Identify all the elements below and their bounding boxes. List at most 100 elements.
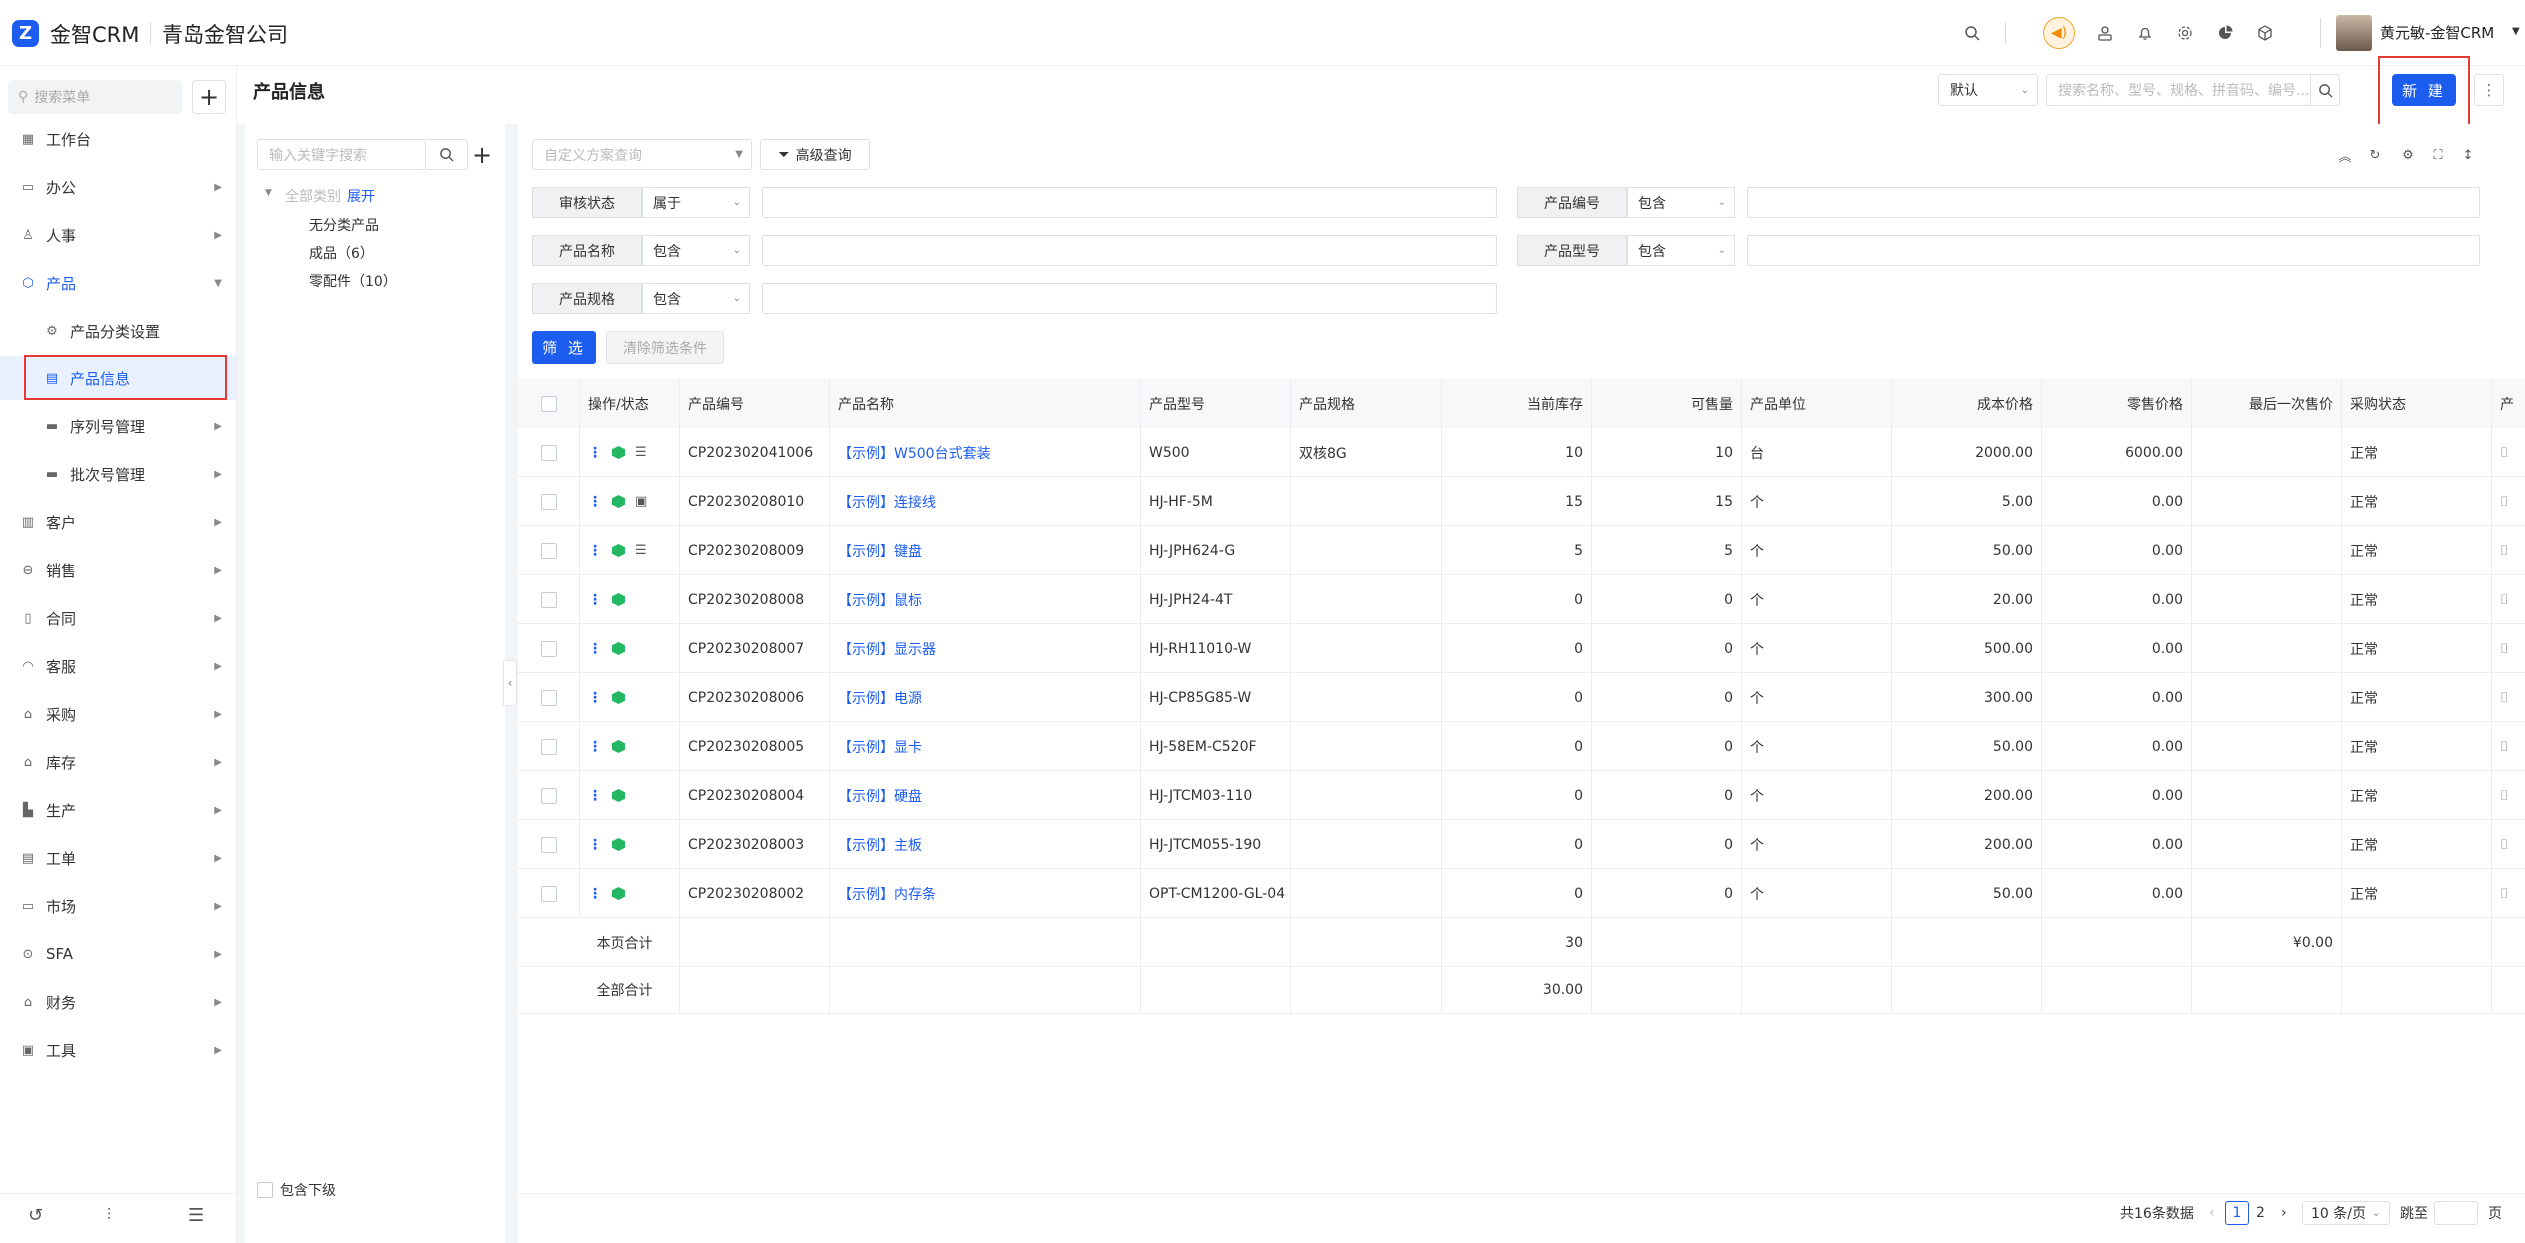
filter-value-code[interactable]: [1747, 187, 2480, 218]
tree-node[interactable]: 零配件（10）: [309, 271, 397, 291]
row-menu-icon[interactable]: ⋮: [588, 739, 602, 755]
row-menu-icon[interactable]: ⋮: [588, 886, 602, 902]
sidebar-item-product-category[interactable]: ⚙ 产品分类设置: [0, 309, 236, 353]
cell-name[interactable]: 【示例】主板: [830, 820, 1141, 869]
search-icon[interactable]: [1958, 19, 1986, 47]
table-row[interactable]: ⋮ CP20230208002 【示例】内存条 OPT-CM1200-GL-04 0 0 个…: [518, 869, 2525, 918]
cell-name[interactable]: 【示例】显示器: [830, 624, 1141, 673]
tree-search-input[interactable]: 输入关键字搜索: [257, 139, 426, 170]
sidebar-item-ticket[interactable]: ▤ 工单 ▶: [0, 836, 236, 880]
sidebar-item-finance[interactable]: ⌂ 财务 ▶: [0, 980, 236, 1024]
avatar[interactable]: [2336, 15, 2372, 51]
cell-name[interactable]: 【示例】鼠标: [830, 575, 1141, 624]
add-category-button[interactable]: +: [470, 139, 494, 170]
cell-name[interactable]: 【示例】硬盘: [830, 771, 1141, 820]
view-select[interactable]: 默认 ⌄: [1938, 74, 2038, 106]
col-header[interactable]: 产品型号: [1141, 379, 1291, 428]
row-edit-icon[interactable]: ⌷: [2500, 592, 2508, 608]
history-icon[interactable]: ↺: [28, 1205, 43, 1226]
search-icon[interactable]: [426, 139, 468, 170]
col-header[interactable]: 成本价格: [1892, 379, 2042, 428]
row-menu-icon[interactable]: ⋮: [588, 641, 602, 657]
filter-op-code[interactable]: 包含 ⌄: [1627, 187, 1735, 218]
col-header[interactable]: 零售价格: [2042, 379, 2192, 428]
speaker-icon[interactable]: ◀): [2043, 17, 2075, 49]
row-menu-icon[interactable]: ⋮: [588, 592, 602, 608]
filter-value-audit[interactable]: [762, 187, 1497, 218]
sidebar-item-purchase[interactable]: ⌂ 采购 ▶: [0, 692, 236, 736]
col-header[interactable]: 可售量: [1592, 379, 1742, 428]
menu-search-input[interactable]: ⚲ 搜索菜单: [8, 80, 182, 114]
table-row[interactable]: ⋮ CP20230208005 【示例】显卡 HJ-58EM-C520F 0 0 个 50.0…: [518, 722, 2525, 771]
page-1-button[interactable]: 1: [2225, 1201, 2249, 1225]
page-2-button[interactable]: 2: [2256, 1201, 2265, 1225]
global-search-input[interactable]: 搜索名称、型号、规格、拼音码、编号...: [2046, 74, 2340, 106]
cell-name[interactable]: 【示例】显卡: [830, 722, 1141, 771]
sidebar-item-hr[interactable]: ♙ 人事 ▶: [0, 213, 236, 257]
row-checkbox[interactable]: [540, 493, 557, 510]
col-header[interactable]: 产: [2492, 379, 2525, 428]
row-checkbox[interactable]: [540, 640, 557, 657]
contacts-icon[interactable]: [2091, 19, 2119, 47]
more-icon[interactable]: ⋮: [2474, 74, 2504, 106]
filter-value-spec[interactable]: [762, 283, 1497, 314]
clear-filter-button[interactable]: 清除筛选条件: [606, 331, 724, 364]
advanced-query-button[interactable]: ⏷ 高级查询: [760, 139, 870, 170]
row-menu-icon[interactable]: ⋮: [588, 543, 602, 559]
table-row[interactable]: ⋮ CP20230208006 【示例】电源 HJ-CP85G85-W 0 0 个 300.0…: [518, 673, 2525, 722]
serial-card-icon[interactable]: ▣: [635, 494, 647, 509]
chevron-down-icon[interactable]: ▼: [2512, 26, 2520, 37]
tree-node[interactable]: 无分类产品: [309, 215, 379, 235]
sidebar-item-sales[interactable]: ⊖ 销售 ▶: [0, 548, 236, 592]
next-page-icon[interactable]: ›: [2281, 1201, 2287, 1225]
col-header[interactable]: 产品编号: [680, 379, 830, 428]
table-row[interactable]: ⋮ ☰ CP20230208009 【示例】键盘 HJ-JPH624-G 5 5 个 50.00…: [518, 526, 2525, 575]
table-row[interactable]: ⋮ CP20230208003 【示例】主板 HJ-JTCM055-190 0 0 个 200…: [518, 820, 2525, 869]
row-menu-icon[interactable]: ⋮: [588, 837, 602, 853]
cell-name[interactable]: 【示例】内存条: [830, 869, 1141, 918]
row-edit-icon[interactable]: ⌷: [2500, 543, 2508, 559]
col-header[interactable]: 当前库存: [1442, 379, 1592, 428]
collapse-menu-icon[interactable]: ☰: [188, 1205, 204, 1226]
filter-op-model[interactable]: 包含 ⌄: [1627, 235, 1735, 266]
row-checkbox[interactable]: [540, 444, 557, 461]
cell-name[interactable]: 【示例】连接线: [830, 477, 1141, 526]
row-menu-icon[interactable]: ⋮: [588, 494, 602, 510]
select-all-checkbox[interactable]: [540, 395, 557, 412]
caret-down-icon[interactable]: ▼: [265, 188, 272, 198]
col-header[interactable]: 产品名称: [830, 379, 1141, 428]
sidebar-item-contract[interactable]: ▯ 合同 ▶: [0, 596, 236, 640]
row-edit-icon[interactable]: ⌷: [2500, 641, 2508, 657]
row-edit-icon[interactable]: ⌷: [2500, 494, 2508, 510]
row-menu-icon[interactable]: ⋮: [588, 690, 602, 706]
company-name[interactable]: 青岛金智公司: [162, 19, 288, 49]
table-row[interactable]: ⋮ CP20230208008 【示例】鼠标 HJ-JPH24-4T 0 0 个 20.00 0…: [518, 575, 2525, 624]
bell-icon[interactable]: [2131, 19, 2159, 47]
prev-page-icon[interactable]: ‹: [2209, 1201, 2215, 1225]
bom-list-icon[interactable]: ☰: [635, 543, 647, 558]
refresh-icon[interactable]: ↻: [2365, 145, 2385, 165]
bom-list-icon[interactable]: ☰: [635, 445, 647, 460]
user-name[interactable]: 黄元敏-金智CRM: [2380, 22, 2494, 43]
collapse-up-icon[interactable]: ︽: [2335, 145, 2355, 165]
col-header[interactable]: 产品单位: [1742, 379, 1892, 428]
page-size-select[interactable]: 10 条/页 ⌄: [2302, 1201, 2390, 1225]
sidebar-item-product[interactable]: ⬡ 产品 ▼: [0, 261, 236, 305]
sidebar-item-tools[interactable]: ▣ 工具 ▶: [0, 1028, 236, 1072]
row-edit-icon[interactable]: ⌷: [2500, 886, 2508, 902]
filter-button[interactable]: 筛 选: [532, 331, 596, 364]
table-row[interactable]: ⋮ CP20230208004 【示例】硬盘 HJ-JTCM03-110 0 0 个 200.…: [518, 771, 2525, 820]
row-menu-icon[interactable]: ⋮: [588, 445, 602, 461]
row-checkbox[interactable]: [540, 689, 557, 706]
filter-value-name[interactable]: [762, 235, 1497, 266]
sidebar-item-customer[interactable]: ▥ 客户 ▶: [0, 500, 236, 544]
row-checkbox[interactable]: [540, 836, 557, 853]
table-row[interactable]: ⋮ CP20230208007 【示例】显示器 HJ-RH11010-W 0 0 个 500.…: [518, 624, 2525, 673]
row-edit-icon[interactable]: ⌷: [2500, 739, 2508, 755]
settings-icon[interactable]: [2171, 19, 2199, 47]
row-checkbox[interactable]: [540, 738, 557, 755]
row-checkbox[interactable]: [540, 542, 557, 559]
row-menu-icon[interactable]: ⋮: [588, 788, 602, 804]
column-settings-icon[interactable]: ⚙: [2398, 145, 2418, 165]
cell-name[interactable]: 【示例】键盘: [830, 526, 1141, 575]
